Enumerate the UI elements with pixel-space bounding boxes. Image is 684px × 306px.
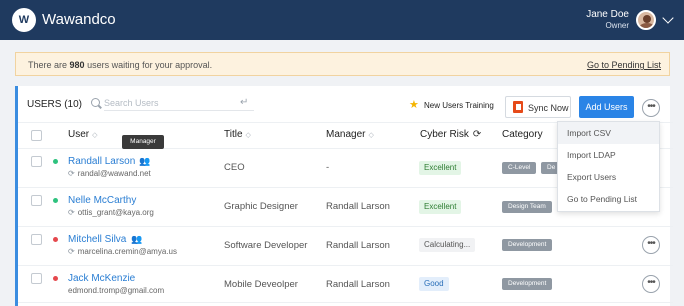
chevron-down-icon[interactable] bbox=[662, 12, 674, 24]
column-header-category[interactable]: Category bbox=[502, 129, 543, 140]
menu-item-import-csv[interactable]: Import CSV bbox=[558, 122, 659, 144]
menu-item-import-ldap[interactable]: Import LDAP bbox=[558, 144, 659, 166]
divider bbox=[18, 226, 673, 227]
more-options-button[interactable]: ••• bbox=[642, 99, 660, 117]
manager-cell: Randall Larson bbox=[326, 279, 390, 290]
manager-cell: Randall Larson bbox=[326, 240, 390, 251]
user-email: ⟳ randal@wawand.net bbox=[68, 169, 151, 178]
search-input[interactable] bbox=[104, 95, 254, 111]
column-header-manager[interactable]: Manager ◇ bbox=[326, 129, 374, 140]
risk-badge: Excellent bbox=[419, 200, 462, 214]
star-icon: ★ bbox=[409, 99, 419, 111]
top-navbar: W Wawandco Jane Doe Owner bbox=[0, 0, 684, 40]
sync-now-label: Sync Now bbox=[528, 103, 569, 113]
user-name-link[interactable]: Jack McKenzie bbox=[68, 273, 135, 284]
row-checkbox[interactable] bbox=[31, 156, 42, 167]
pending-approval-banner: There are 980 users waiting for your app… bbox=[15, 52, 670, 76]
office-icon bbox=[513, 101, 523, 113]
menu-item-export-users[interactable]: Export Users bbox=[558, 166, 659, 188]
column-header-title[interactable]: Title ◇ bbox=[224, 129, 251, 140]
row-checkbox[interactable] bbox=[31, 195, 42, 206]
sort-icon: ◇ bbox=[368, 132, 374, 139]
user-email: ⟳ ottis_grant@kaya.org bbox=[68, 208, 154, 217]
manager-icon: 👥 bbox=[131, 234, 143, 244]
row-checkbox[interactable] bbox=[31, 273, 42, 284]
go-to-pending-list-link[interactable]: Go to Pending List bbox=[587, 60, 661, 70]
title-cell: Software Developer bbox=[224, 240, 308, 251]
sort-icon: ◇ bbox=[245, 132, 251, 139]
category-tag: Development bbox=[502, 239, 553, 251]
select-all-checkbox[interactable] bbox=[31, 130, 42, 141]
divider bbox=[18, 302, 673, 303]
sync-icon: ⟳ bbox=[68, 169, 75, 178]
user-email: ⟳ marcelina.cremin@amya.us bbox=[68, 247, 177, 256]
search-icon bbox=[91, 98, 100, 107]
status-dot bbox=[53, 159, 58, 164]
sync-now-button[interactable]: Sync Now bbox=[505, 96, 571, 118]
user-name-link[interactable]: Mitchell Silva bbox=[68, 234, 126, 245]
risk-badge: Good bbox=[419, 277, 449, 291]
user-avatar[interactable] bbox=[636, 10, 656, 30]
status-dot bbox=[53, 276, 58, 281]
row-actions-button[interactable]: ••• bbox=[642, 236, 660, 254]
row-actions-button[interactable]: ••• bbox=[642, 275, 660, 293]
category-tag: Design Team bbox=[502, 201, 552, 213]
title-cell: CEO bbox=[224, 162, 245, 173]
refresh-icon: ⟳ bbox=[472, 129, 482, 140]
brand-name: Wawandco bbox=[42, 11, 116, 28]
title-cell: Graphic Designer bbox=[224, 201, 298, 212]
status-dot bbox=[53, 237, 58, 242]
more-options-menu: Import CSV Import LDAP Export Users Go t… bbox=[557, 121, 660, 212]
pending-count: 980 bbox=[69, 60, 85, 70]
manager-icon: 👥 bbox=[139, 156, 151, 166]
column-header-user[interactable]: User ◇ bbox=[68, 129, 98, 140]
title-cell: Mobile Deveolper bbox=[224, 279, 298, 290]
column-header-cyber-risk[interactable]: Cyber Risk ⟳ bbox=[420, 129, 481, 140]
user-name-link[interactable]: Randall Larson bbox=[68, 156, 135, 167]
menu-item-go-to-pending-list[interactable]: Go to Pending List bbox=[558, 188, 659, 210]
current-user-role: Owner bbox=[605, 21, 629, 30]
enter-icon: ↵ bbox=[240, 97, 249, 108]
user-name-link[interactable]: Nelle McCarthy bbox=[68, 195, 136, 206]
category-tag: Development bbox=[502, 278, 553, 290]
banner-message: There are 980 users waiting for your app… bbox=[28, 60, 213, 70]
new-users-training-link[interactable]: New Users Training bbox=[424, 101, 494, 110]
manager-cell: - bbox=[326, 162, 330, 173]
sync-icon: ⟳ bbox=[68, 208, 75, 217]
category-tag: C-Level bbox=[502, 162, 537, 174]
sort-icon: ◇ bbox=[92, 132, 98, 139]
sync-icon: ⟳ bbox=[68, 247, 75, 256]
manager-cell: Randall Larson bbox=[326, 201, 390, 212]
add-users-button[interactable]: Add Users bbox=[579, 96, 634, 118]
row-checkbox[interactable] bbox=[31, 234, 42, 245]
status-dot bbox=[53, 198, 58, 203]
risk-badge: Excellent bbox=[419, 161, 462, 175]
risk-badge: Calculating... bbox=[419, 238, 476, 252]
manager-tooltip: Manager bbox=[122, 135, 164, 149]
users-card: USERS (10) ↵ ★ New Users Training Sync N… bbox=[15, 86, 673, 306]
user-email: edmond.tromp@gmail.com bbox=[68, 286, 165, 295]
divider bbox=[18, 265, 673, 266]
users-title: USERS (10) bbox=[27, 99, 83, 110]
current-user-name[interactable]: Jane Doe bbox=[586, 9, 629, 20]
app-logo[interactable]: W bbox=[12, 8, 36, 32]
